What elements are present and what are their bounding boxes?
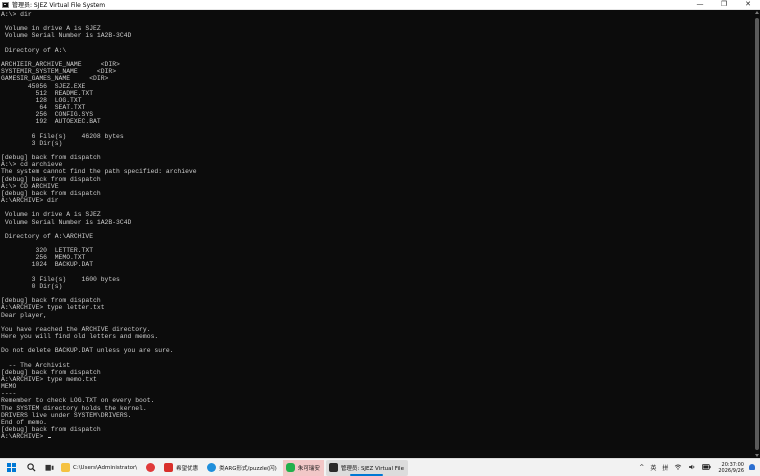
console-scrollbar[interactable] <box>754 10 760 458</box>
window-title: 管理员: SJEZ Virtual File System <box>12 2 106 9</box>
console-output-area[interactable]: A:\> dir Volume in drive A is SJEZ Volum… <box>0 10 754 458</box>
app-red-icon <box>164 463 174 472</box>
wifi-icon <box>675 464 682 470</box>
network-icon[interactable] <box>671 464 685 472</box>
window-title-bar[interactable]: 管理员: SJEZ Virtual File System — ❐ ✕ <box>0 0 760 10</box>
terminal-icon <box>328 463 338 472</box>
minimize-button[interactable]: — <box>688 0 712 10</box>
system-tray: ^ 英 拼 20:37:00 2026/9/26 <box>636 460 760 476</box>
clock-date: 2026/9/26 <box>718 467 744 474</box>
folder-icon <box>61 463 70 472</box>
battery-power-icon <box>702 463 711 470</box>
tray-overflow-chevron-icon[interactable]: ^ <box>636 464 647 471</box>
netease-music-icon <box>146 463 156 472</box>
start-button[interactable] <box>0 460 22 476</box>
taskbar-app-terminal[interactable]: 管理员: SJEZ Virtual File <box>325 459 408 476</box>
taskbar-app-music[interactable] <box>143 460 159 476</box>
taskbar-app-label: C:\Users\Administrator\ <box>73 464 138 471</box>
taskbar-app-label: 朱可瑞安 <box>297 465 320 472</box>
close-button[interactable]: ✕ <box>736 0 760 10</box>
scrollbar-thumb[interactable] <box>755 18 759 450</box>
console-text: A:\> dir Volume in drive A is SJEZ Volum… <box>0 10 754 440</box>
taskbar-app-label: 类ARG形式/puzzle(闪) <box>219 465 277 472</box>
task-view-button[interactable] <box>40 460 58 476</box>
edge-icon <box>207 463 217 472</box>
taskbar-app-edge[interactable]: 类ARG形式/puzzle(闪) <box>204 460 281 476</box>
taskbar-app-wechat[interactable]: 朱可瑞安 <box>282 459 324 476</box>
notification-bell-icon[interactable] <box>748 463 756 472</box>
text-cursor <box>48 437 52 439</box>
wechat-icon <box>285 463 295 472</box>
console-lines: A:\> dir Volume in drive A is SJEZ Volum… <box>1 11 197 441</box>
battery-icon[interactable] <box>699 463 714 472</box>
maximize-button[interactable]: ❐ <box>712 0 736 10</box>
taskbar-app-promo[interactable]: 希望优惠 <box>161 460 202 476</box>
volume-icon[interactable] <box>685 464 699 472</box>
speaker-icon <box>689 464 695 469</box>
ime-mode-indicator[interactable]: 拼 <box>659 463 671 472</box>
taskbar: C:\Users\Administrator\ 希望优惠 类ARG形式/puzz… <box>0 458 760 476</box>
scroll-up-arrow-icon[interactable] <box>755 11 759 14</box>
taskbar-clock[interactable]: 20:37:00 2026/9/26 <box>714 462 748 474</box>
console-app-icon <box>2 1 9 8</box>
taskbar-app-explorer[interactable]: C:\Users\Administrator\ <box>58 460 141 476</box>
taskbar-app-label: 希望优惠 <box>176 465 199 472</box>
taskbar-app-label: 管理员: SJEZ Virtual File <box>340 465 404 472</box>
ime-language-indicator[interactable]: 英 <box>647 463 659 472</box>
windows-logo-icon <box>6 463 16 472</box>
task-view-icon <box>45 464 53 471</box>
search-button[interactable] <box>22 460 40 476</box>
scroll-down-arrow-icon[interactable] <box>755 454 759 457</box>
search-icon <box>26 463 36 472</box>
